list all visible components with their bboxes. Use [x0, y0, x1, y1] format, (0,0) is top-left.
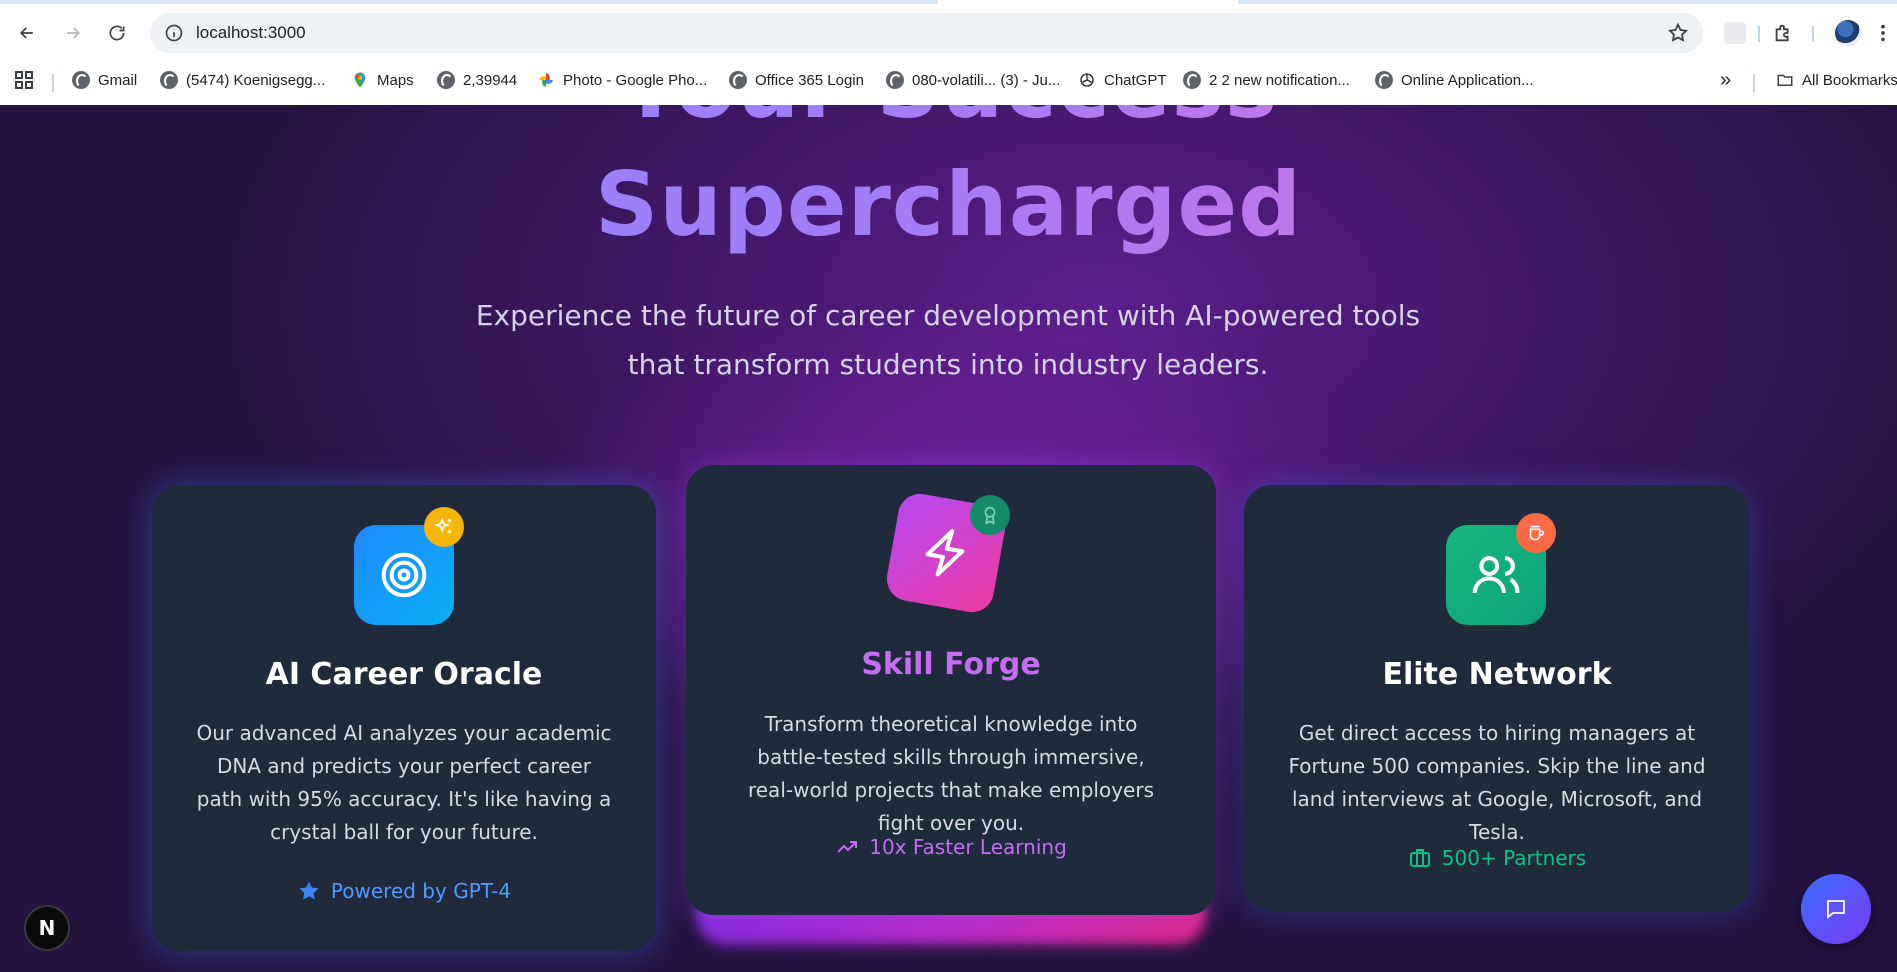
- bookmark-label: Office 365 Login: [755, 71, 864, 89]
- kebab-menu-icon: [1881, 24, 1885, 42]
- bookmark-star-icon[interactable]: [1667, 22, 1689, 44]
- bookmark-label: (5474) Koenigsegg...: [186, 71, 326, 89]
- card-description: Get direct access to hiring managers at …: [1288, 721, 1706, 844]
- back-button[interactable]: [14, 20, 40, 46]
- hero-subtitle: Experience the future of career developm…: [475, 299, 1421, 381]
- feature-card-skill-forge[interactable]: Skill Forge Transform theoretical knowle…: [686, 465, 1216, 915]
- card-footer-label: 10x Faster Learning: [869, 835, 1067, 859]
- card-title: Skill Forge: [861, 647, 1041, 682]
- apps-grid-icon: [15, 71, 33, 89]
- puzzle-icon: [1775, 24, 1789, 42]
- browser-chrome: localhost:3000 Gmail (5474) Koenigsegg..…: [0, 0, 1897, 105]
- bookmark-online-application[interactable]: Online Application...: [1375, 68, 1534, 92]
- card-description: Our advanced AI analyzes your academic D…: [196, 721, 612, 844]
- more-bookmarks-icon: »: [1720, 68, 1732, 91]
- address-bar[interactable]: localhost:3000: [150, 13, 1703, 53]
- extension-icon[interactable]: [1724, 22, 1746, 44]
- globe-icon: [160, 71, 178, 89]
- bookmarks-bar: Gmail (5474) Koenigsegg... Maps 2,39944 …: [0, 62, 1897, 98]
- globe-icon: [1183, 71, 1201, 89]
- trending-up-icon: [837, 841, 858, 853]
- globe-icon: [1375, 71, 1393, 89]
- bookmark-chatgpt[interactable]: ChatGPT: [1078, 68, 1167, 92]
- bookmark-notifications[interactable]: 2 2 new notification...: [1183, 68, 1350, 92]
- reload-icon: [109, 25, 125, 41]
- bookmark-label: ChatGPT: [1104, 71, 1167, 89]
- bookmark-gmail[interactable]: Gmail: [72, 68, 137, 92]
- chat-button[interactable]: [1801, 874, 1871, 944]
- nextjs-logo-letter: N: [38, 916, 56, 940]
- bookmark-maps[interactable]: Maps: [351, 68, 414, 92]
- toolbar-divider: [1758, 26, 1760, 42]
- globe-icon: [437, 71, 455, 89]
- bookmarks-divider: [52, 74, 54, 92]
- bookmark-google-photos[interactable]: Photo - Google Pho...: [537, 68, 707, 92]
- bookmark-volatility[interactable]: 080-volatili... (3) - Ju...: [886, 68, 1060, 92]
- forward-button[interactable]: [60, 20, 86, 46]
- bookmarks-divider: [1753, 74, 1755, 92]
- globe-icon: [886, 71, 904, 89]
- chat-bubble-icon: [1827, 900, 1845, 919]
- bookmark-label: Photo - Google Pho...: [563, 71, 708, 89]
- star-icon: [299, 881, 319, 900]
- chatgpt-icon: [1078, 71, 1096, 89]
- card-footer: Powered by GPT-4: [152, 879, 656, 903]
- bookmark-koenigsegg[interactable]: (5474) Koenigsegg...: [160, 68, 325, 92]
- profile-avatar[interactable]: [1835, 20, 1861, 46]
- page-viewport: Your Success Supercharged Experience the…: [0, 105, 1897, 972]
- browser-toolbar: localhost:3000: [0, 8, 1897, 58]
- all-bookmarks-button[interactable]: All Bookmarks: [1776, 68, 1897, 92]
- card-description: Transform theoretical knowledge into bat…: [747, 712, 1155, 835]
- bookmarks-overflow-button[interactable]: »: [1720, 68, 1731, 92]
- apps-button[interactable]: [14, 68, 34, 92]
- google-photos-icon: [537, 71, 555, 89]
- card-title: AI Career Oracle: [265, 657, 543, 692]
- tab-strip: [0, 0, 1897, 4]
- reload-button[interactable]: [104, 20, 130, 46]
- bookmark-2-39944[interactable]: 2,39944: [437, 68, 517, 92]
- bookmark-label: 2 2 new notification...: [1209, 71, 1350, 89]
- nextjs-dev-badge[interactable]: N: [24, 905, 70, 951]
- globe-icon: [72, 71, 90, 89]
- maps-pin-icon: [351, 71, 369, 89]
- back-arrow-icon: [19, 27, 33, 39]
- url-text: localhost:3000: [196, 23, 306, 42]
- card-footer: 10x Faster Learning: [686, 835, 1216, 859]
- site-info-icon[interactable]: [164, 23, 184, 43]
- hero-title-line-1: Your Success: [0, 105, 1897, 138]
- briefcase-icon: [1409, 849, 1430, 867]
- card-title: Elite Network: [1382, 657, 1612, 692]
- bookmark-label: Gmail: [98, 71, 138, 89]
- bookmark-label: 080-volatili... (3) - Ju...: [912, 71, 1061, 89]
- folder-icon: [1776, 71, 1794, 89]
- extensions-button[interactable]: [1770, 20, 1796, 46]
- feature-card-ai-career-oracle[interactable]: AI Career Oracle Our advanced AI analyze…: [152, 485, 656, 951]
- all-bookmarks-label: All Bookmarks: [1802, 71, 1897, 89]
- feature-card-elite-network[interactable]: Elite Network Get direct access to hirin…: [1244, 485, 1750, 911]
- coffee-icon: [1516, 513, 1556, 553]
- bookmark-label: 2,39944: [463, 71, 518, 89]
- card-footer-label: 500+ Partners: [1441, 846, 1587, 870]
- sparkles-icon: [424, 507, 464, 547]
- bookmark-office-365[interactable]: Office 365 Login: [729, 68, 864, 92]
- forward-arrow-icon: [67, 27, 81, 39]
- award-icon: [970, 495, 1010, 535]
- card-footer: 500+ Partners: [1244, 846, 1750, 870]
- browser-menu-button[interactable]: [1874, 20, 1892, 46]
- globe-icon: [729, 71, 747, 89]
- hero-title-line-2: Supercharged: [0, 153, 1897, 256]
- bookmark-label: Maps: [377, 71, 414, 89]
- toolbar-divider: [1812, 26, 1814, 42]
- bookmark-label: Online Application...: [1401, 71, 1534, 89]
- card-footer-label: Powered by GPT-4: [330, 879, 512, 903]
